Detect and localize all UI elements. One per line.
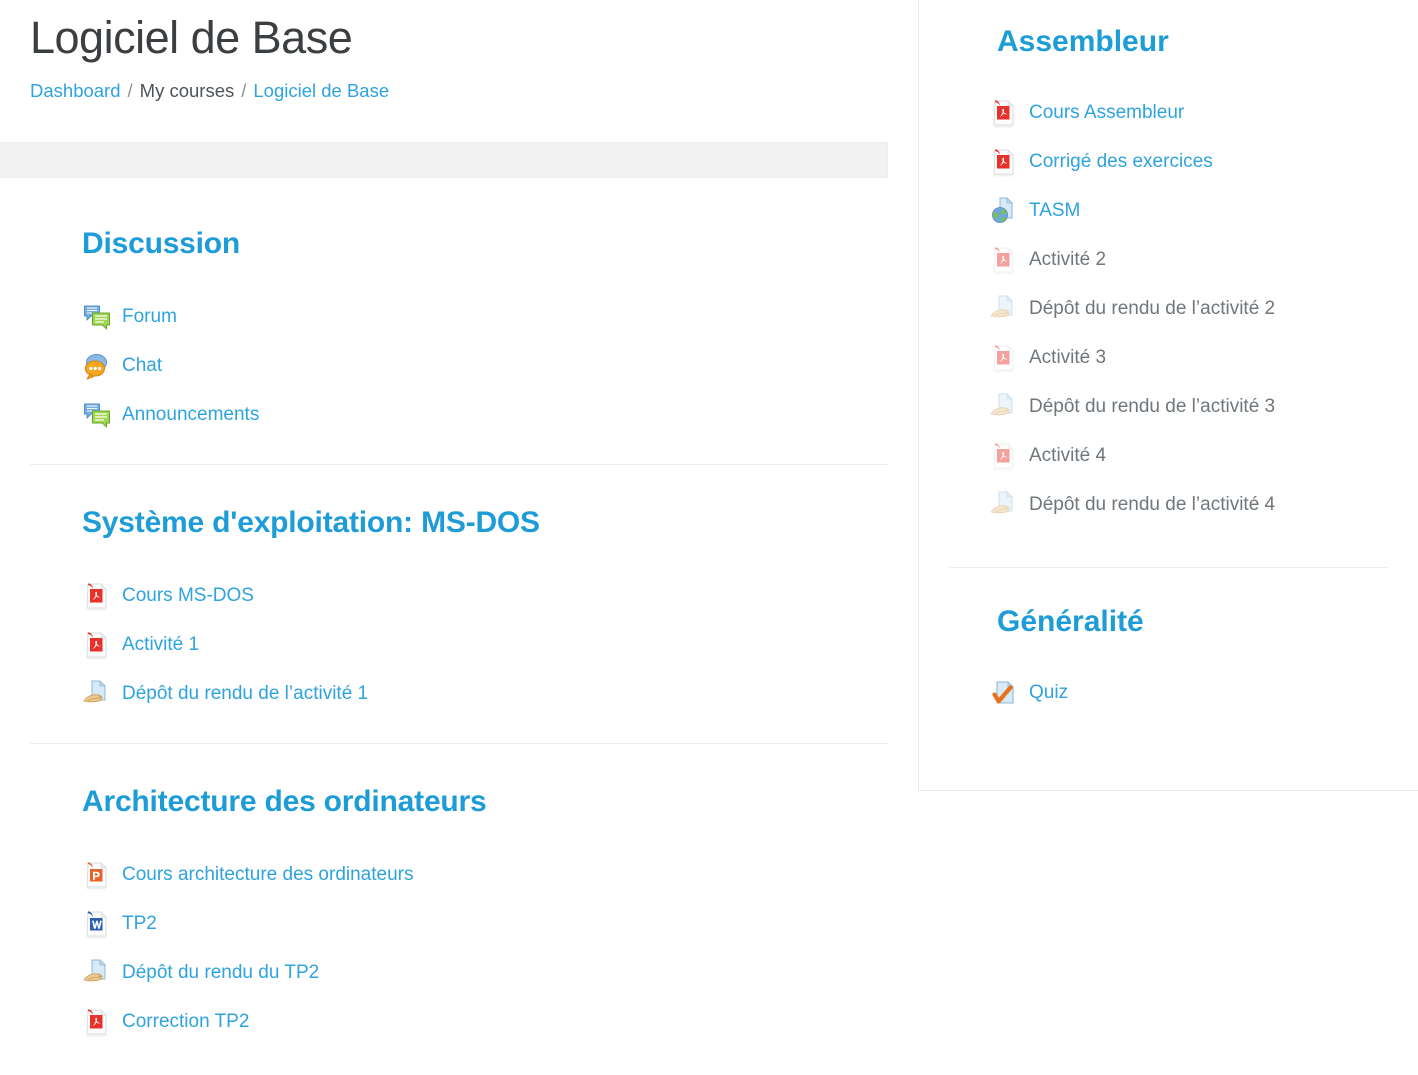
section-title: Discussion bbox=[82, 227, 241, 260]
activity-item[interactable]: Cours Assembleur bbox=[989, 88, 1418, 137]
activity-label[interactable]: Announcements bbox=[122, 403, 259, 427]
activity-list: Cours architecture des ordinateurs TP2 D… bbox=[82, 850, 888, 1071]
activity-label[interactable]: Cours Assembleur bbox=[1029, 101, 1184, 125]
activity-label[interactable]: Dépôt du rendu de l’activité 1 bbox=[122, 682, 368, 706]
activity-label[interactable]: TASM bbox=[1029, 199, 1080, 223]
breadcrumb-separator: / bbox=[241, 80, 247, 101]
page-title: Logiciel de Base bbox=[30, 12, 353, 63]
activity-item[interactable]: Activité 1 bbox=[82, 620, 888, 669]
activity-label[interactable]: Forum bbox=[122, 305, 177, 329]
url-icon bbox=[989, 196, 1019, 226]
activity-list: Cours MS-DOS Activité 1 Dépôt du rendu d… bbox=[82, 571, 888, 743]
course-section: Architecture des ordinateurs Cours archi… bbox=[0, 744, 888, 1071]
course-toolbar-bar bbox=[0, 142, 888, 178]
pdf-icon bbox=[82, 630, 112, 660]
powerpoint-icon bbox=[82, 860, 112, 890]
activity-item[interactable]: Forum bbox=[82, 292, 888, 341]
activity-list: Forum Chat Announcements bbox=[82, 292, 888, 464]
assignment-icon bbox=[989, 294, 1019, 324]
breadcrumb-item-my-courses[interactable]: My courses bbox=[140, 80, 235, 101]
activity-item: Activité 4 bbox=[989, 431, 1418, 480]
sidebar-sections: Assembleur Cours Assembleur Corrigé des … bbox=[919, 0, 1418, 717]
sidebar-section-title: Assembleur bbox=[997, 25, 1169, 58]
assignment-icon bbox=[989, 490, 1019, 520]
activity-item[interactable]: Quiz bbox=[989, 668, 1418, 717]
quiz-icon bbox=[989, 678, 1019, 708]
activity-label: Activité 3 bbox=[1029, 346, 1107, 368]
activity-item: Dépôt du rendu de l’activité 4 bbox=[989, 480, 1418, 529]
word-icon bbox=[82, 909, 112, 939]
pdf-icon bbox=[989, 98, 1019, 128]
course-page: Logiciel de Base Dashboard / My courses / Lo… bbox=[0, 0, 1418, 1075]
sidebar-section: Assembleur Cours Assembleur Corrigé des … bbox=[919, 0, 1418, 529]
activity-item[interactable]: Chat bbox=[82, 341, 888, 390]
activity-label[interactable]: Cours architecture des ordinateurs bbox=[122, 863, 413, 887]
sidebar-activity-list: Quiz bbox=[919, 668, 1418, 717]
course-section: Système d'exploitation: MS-DOS Cours MS-… bbox=[0, 465, 888, 743]
chat-icon bbox=[82, 351, 112, 381]
course-section: Discussion Forum Chat Announcements bbox=[0, 178, 888, 464]
pdf-icon bbox=[989, 245, 1019, 275]
activity-item[interactable]: TASM bbox=[989, 186, 1418, 235]
activity-item[interactable]: Cours architecture des ordinateurs bbox=[82, 850, 888, 899]
breadcrumb-separator: / bbox=[127, 80, 133, 101]
sidebar-section: Généralité Quiz bbox=[919, 568, 1418, 717]
activity-item: Activité 2 bbox=[989, 235, 1418, 284]
forum-icon bbox=[82, 400, 112, 430]
section-title: Système d'exploitation: MS-DOS bbox=[82, 506, 540, 539]
pdf-icon bbox=[82, 1007, 112, 1037]
main-content-column: Logiciel de Base Dashboard / My courses / Lo… bbox=[0, 0, 888, 1071]
forum-icon bbox=[82, 302, 112, 332]
activity-item[interactable]: TP2 bbox=[82, 899, 888, 948]
activity-label: Dépôt du rendu de l’activité 3 bbox=[1029, 395, 1276, 417]
activity-item[interactable]: Correction TP2 bbox=[82, 997, 888, 1046]
activity-item[interactable]: Corrigé des exercices bbox=[989, 137, 1418, 186]
breadcrumb: Dashboard / My courses / Logiciel de Base bbox=[0, 68, 888, 104]
sidebar-activity-list: Cours Assembleur Corrigé des exercices T… bbox=[919, 88, 1418, 529]
course-sections: Discussion Forum Chat Announcements Systè… bbox=[0, 178, 888, 1071]
activity-label: Dépôt du rendu de l’activité 4 bbox=[1029, 493, 1276, 515]
activity-item[interactable]: Cours MS-DOS bbox=[82, 571, 888, 620]
activity-label[interactable]: Chat bbox=[122, 354, 162, 378]
activity-label: Activité 2 bbox=[1029, 248, 1107, 270]
activity-item: Activité 3 bbox=[989, 333, 1418, 382]
activity-item: Dépôt du rendu de l’activité 3 bbox=[989, 382, 1418, 431]
activity-label[interactable]: Dépôt du rendu du TP2 bbox=[122, 961, 319, 985]
activity-item[interactable]: Announcements bbox=[82, 390, 888, 439]
activity-item[interactable]: Dépôt du rendu de l’activité 1 bbox=[82, 669, 888, 718]
assignment-icon bbox=[82, 958, 112, 988]
activity-label: Dépôt du rendu de l’activité 2 bbox=[1029, 297, 1276, 319]
pdf-icon bbox=[989, 147, 1019, 177]
activity-label: Activité 4 bbox=[1029, 444, 1107, 466]
breadcrumb-item-current-course[interactable]: Logiciel de Base bbox=[253, 80, 389, 101]
activity-label[interactable]: Quiz bbox=[1029, 681, 1068, 705]
activity-label[interactable]: Activité 1 bbox=[122, 633, 199, 657]
activity-label[interactable]: Cours MS-DOS bbox=[122, 584, 254, 608]
section-title: Architecture des ordinateurs bbox=[82, 785, 487, 818]
activity-item[interactable]: Dépôt du rendu du TP2 bbox=[82, 948, 888, 997]
pdf-icon bbox=[989, 343, 1019, 373]
sidebar-panel: Assembleur Cours Assembleur Corrigé des … bbox=[918, 0, 1418, 791]
activity-item: Dépôt du rendu de l’activité 2 bbox=[989, 284, 1418, 333]
pdf-icon bbox=[82, 581, 112, 611]
assignment-icon bbox=[989, 392, 1019, 422]
sidebar-section-title: Généralité bbox=[997, 605, 1144, 638]
activity-label[interactable]: Corrigé des exercices bbox=[1029, 150, 1213, 174]
pdf-icon bbox=[989, 441, 1019, 471]
breadcrumb-item-dashboard[interactable]: Dashboard bbox=[30, 80, 121, 101]
assignment-icon bbox=[82, 679, 112, 709]
activity-label[interactable]: TP2 bbox=[122, 912, 157, 936]
activity-label[interactable]: Correction TP2 bbox=[122, 1010, 249, 1034]
